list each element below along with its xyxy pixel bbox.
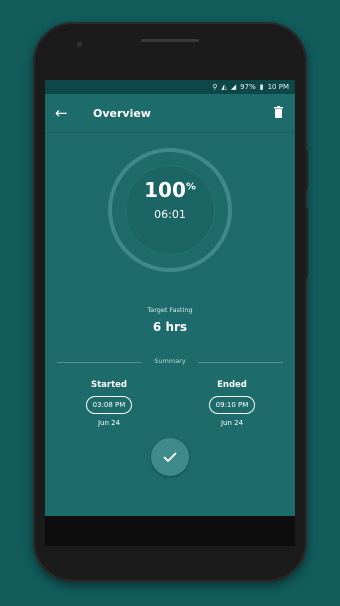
trash-icon[interactable] <box>274 106 283 118</box>
progress-percent-value: 100 <box>144 178 186 202</box>
app-bar: ← Overview <box>45 94 295 132</box>
ended-time-button[interactable]: 09:10 PM <box>209 396 255 414</box>
battery-icon: ▮ <box>259 83 264 91</box>
target-fasting-label: Target Fasting <box>147 306 193 314</box>
ended-title: Ended <box>217 380 247 390</box>
divider-right <box>198 362 283 363</box>
progress-percent-sign: % <box>185 181 196 193</box>
ended-section: Ended 09:10 PM Jun 24 <box>202 380 262 427</box>
started-title: Started <box>90 380 128 390</box>
navigation-bar <box>45 516 295 546</box>
started-time-button[interactable]: 03:08 PM <box>86 396 132 414</box>
status-time: 10 PM <box>267 83 289 91</box>
wifi-icon: ◭ <box>221 83 227 91</box>
check-icon <box>163 452 177 462</box>
progress-ring: 100% 06:01 <box>108 148 232 272</box>
app-screen: ⚲ ◭ ◢ 97% ▮ 10 PM ← Overview 100% 06:01 … <box>45 80 295 516</box>
target-fasting-value: 6 hrs <box>152 320 188 334</box>
confirm-button[interactable] <box>151 438 189 476</box>
started-section: Started 03:08 PM Jun 24 <box>79 380 139 427</box>
progress-percent: 100% <box>108 178 232 202</box>
started-date: Jun 24 <box>97 419 121 427</box>
page-title: Overview <box>93 106 151 120</box>
location-icon: ⚲ <box>212 83 218 91</box>
signal-icon: ◢ <box>230 83 237 91</box>
elapsed-time: 06:01 <box>154 208 186 221</box>
summary-label: Summary <box>154 357 186 365</box>
arrow-left-icon[interactable]: ← <box>55 105 73 121</box>
battery-percent: 97% <box>240 83 256 91</box>
status-bar: ⚲ ◭ ◢ 97% ▮ 10 PM <box>45 80 295 94</box>
ended-date: Jun 24 <box>220 419 244 427</box>
